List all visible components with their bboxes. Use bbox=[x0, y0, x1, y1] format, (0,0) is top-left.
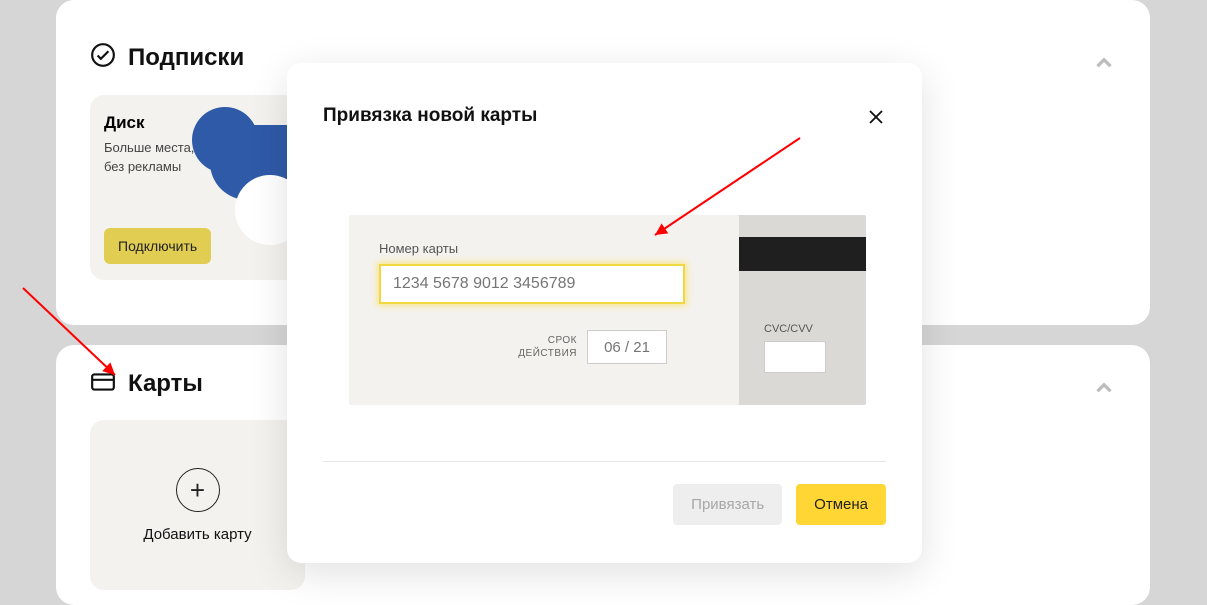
product-card-disk: Диск Больше места, без рекламы Подключит… bbox=[90, 95, 305, 280]
bind-card-modal: Привязка новой карты CVC/CVV Номер карты… bbox=[287, 63, 922, 563]
card-number-input[interactable] bbox=[379, 264, 685, 304]
add-card-label: Добавить карту bbox=[143, 526, 251, 543]
modal-title: Привязка новой карты bbox=[323, 105, 886, 127]
bind-button[interactable]: Привязать bbox=[673, 484, 782, 525]
collapse-subscriptions-icon[interactable] bbox=[1091, 50, 1117, 81]
collapse-cards-icon[interactable] bbox=[1091, 375, 1117, 406]
connect-button[interactable]: Подключить bbox=[104, 228, 211, 264]
subscriptions-header: Подписки bbox=[90, 42, 244, 73]
expiry-label: СРОК ДЕЙСТВИЯ bbox=[518, 334, 577, 361]
magnetic-stripe bbox=[732, 237, 866, 271]
card-front: Номер карты СРОК ДЕЙСТВИЯ bbox=[349, 215, 739, 405]
card-number-label: Номер карты bbox=[379, 241, 717, 256]
cvc-label: CVC/CVV bbox=[764, 323, 813, 335]
close-button[interactable] bbox=[864, 107, 888, 131]
card-visual: CVC/CVV Номер карты СРОК ДЕЙСТВИЯ bbox=[323, 215, 886, 415]
card-back: CVC/CVV bbox=[732, 215, 866, 405]
check-circle-icon bbox=[90, 42, 116, 73]
cards-header: Карты bbox=[90, 370, 203, 398]
modal-actions: Привязать Отмена bbox=[323, 484, 886, 525]
card-icon bbox=[90, 371, 116, 398]
close-icon bbox=[867, 108, 885, 131]
subscriptions-title: Подписки bbox=[128, 44, 244, 72]
cvc-input[interactable] bbox=[764, 341, 826, 373]
plus-icon: + bbox=[176, 468, 220, 512]
cards-title: Карты bbox=[128, 370, 203, 398]
expiry-input[interactable] bbox=[587, 330, 667, 364]
cancel-button[interactable]: Отмена bbox=[796, 484, 886, 525]
add-card-button[interactable]: + Добавить карту bbox=[90, 420, 305, 590]
modal-divider bbox=[323, 461, 886, 462]
